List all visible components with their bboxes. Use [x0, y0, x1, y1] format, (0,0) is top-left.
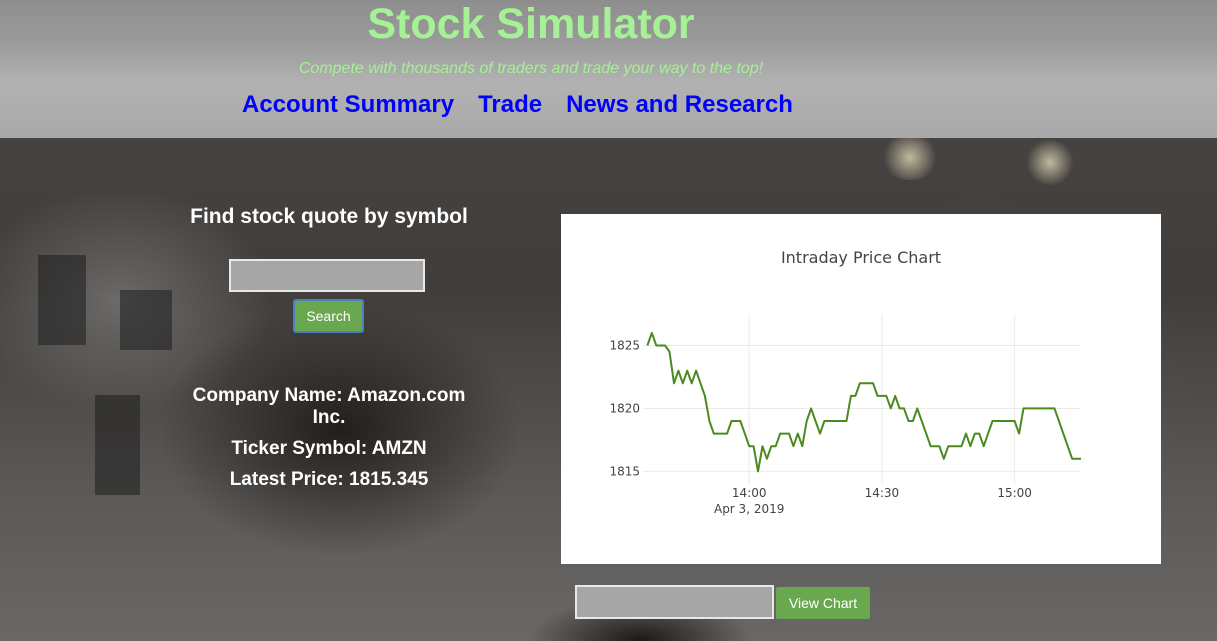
- company-name: Company Name: Amazon.com Inc.: [192, 385, 466, 428]
- x-tick-label: 14:00: [732, 486, 767, 500]
- latest-price: Latest Price: 1815.345: [229, 469, 429, 490]
- nav-trade[interactable]: Trade: [478, 90, 542, 120]
- quote-info: Company Name: Amazon.com Inc. Ticker Sym…: [180, 385, 478, 500]
- ticker-symbol: Ticker Symbol: AMZN: [231, 438, 427, 459]
- background-window: [95, 395, 140, 495]
- chart-card: Intraday Price Chart 14:00 Apr 3, 2019 14:…: [561, 214, 1161, 564]
- background-window: [120, 290, 172, 350]
- view-chart-button[interactable]: View Chart: [776, 587, 870, 619]
- chart-ticks: 14:00 Apr 3, 2019 14:30 15:00 1815 1820 1825: [609, 338, 1031, 516]
- site-tagline: Compete with thousands of traders and tr…: [298, 60, 764, 77]
- x-tick-label: 15:00: [997, 486, 1032, 500]
- y-tick-label: 1815: [609, 464, 640, 478]
- background-light: [880, 135, 940, 180]
- search-button[interactable]: Search: [293, 299, 364, 333]
- quote-heading: Find stock quote by symbol: [190, 205, 468, 228]
- chart-grid: [643, 314, 1081, 484]
- symbol-input[interactable]: [229, 259, 425, 292]
- y-tick-label: 1825: [609, 338, 640, 352]
- background-window: [38, 255, 86, 345]
- nav-account-summary[interactable]: Account Summary: [242, 90, 454, 120]
- chart-symbol-input[interactable]: [575, 585, 774, 619]
- price-series-line: [646, 331, 1081, 473]
- nav-news-and-research[interactable]: News and Research: [566, 90, 793, 120]
- x-tick-label: 14:30: [865, 486, 900, 500]
- x-tick-date-label: Apr 3, 2019: [714, 502, 784, 516]
- site-title: Stock Simulator: [367, 0, 695, 48]
- main-nav: Account Summary Trade News and Research: [242, 90, 793, 120]
- intraday-price-chart: Intraday Price Chart 14:00Apr 3, 201914:…: [609, 248, 1081, 516]
- background-light: [1025, 140, 1075, 185]
- chart-line-layer: [646, 331, 1081, 473]
- y-tick-label: 1820: [609, 401, 640, 415]
- chart-title: Intraday Price Chart: [781, 248, 941, 267]
- site-header: Stock Simulator Compete with thousands o…: [0, 0, 1217, 138]
